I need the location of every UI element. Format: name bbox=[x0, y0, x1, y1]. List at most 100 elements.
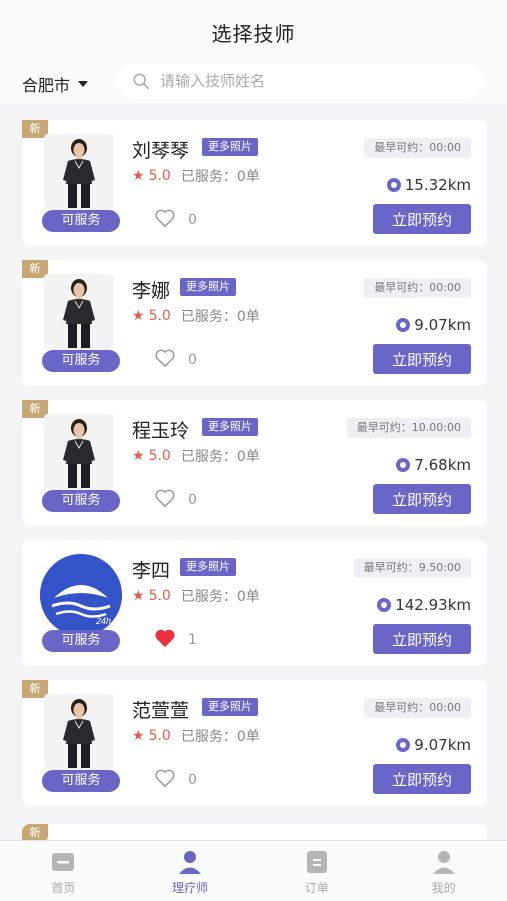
distance: 9.07km bbox=[396, 736, 471, 754]
like-count: 1 bbox=[188, 632, 197, 648]
avatar[interactable] bbox=[44, 134, 114, 210]
book-now-button[interactable]: 立即预约 bbox=[373, 764, 471, 794]
heart-icon bbox=[154, 768, 188, 792]
book-now-button[interactable]: 立即预约 bbox=[373, 484, 471, 514]
book-now-button[interactable]: 立即预约 bbox=[373, 344, 471, 374]
more-photos-button[interactable]: 更多照片 bbox=[202, 418, 258, 436]
star-icon: ★ bbox=[132, 308, 145, 324]
served-count: 已服务：0单 bbox=[180, 729, 260, 745]
location-pin-icon bbox=[396, 458, 411, 472]
tab-therapist[interactable]: 理疗师 bbox=[127, 841, 254, 901]
therapist-name: 刘琴琴 bbox=[132, 140, 190, 162]
status-button[interactable]: 可服务 bbox=[42, 770, 120, 792]
like-button[interactable]: 0 bbox=[154, 348, 197, 372]
more-photos-button[interactable]: 更多照片 bbox=[180, 278, 236, 296]
search-icon bbox=[133, 73, 150, 90]
like-count: 0 bbox=[188, 352, 197, 368]
rating-score: 5.0 bbox=[148, 168, 171, 184]
like-count: 0 bbox=[188, 772, 197, 788]
tab-label: 我的 bbox=[431, 881, 456, 895]
distance: 15.32km bbox=[386, 176, 471, 194]
heart-icon bbox=[154, 628, 188, 652]
distance-value: 142.93km bbox=[395, 596, 471, 614]
location-pin-icon bbox=[396, 318, 411, 332]
therapist-name: 李四 bbox=[132, 560, 171, 582]
avatar[interactable] bbox=[44, 274, 114, 350]
like-button[interactable]: 0 bbox=[154, 768, 197, 792]
distance-value: 7.68km bbox=[414, 456, 471, 474]
served-count: 已服务：0单 bbox=[180, 169, 260, 185]
distance-value: 9.07km bbox=[414, 736, 471, 754]
location-pin-icon bbox=[396, 738, 411, 752]
like-button[interactable]: 0 bbox=[154, 488, 197, 512]
rating-score: 5.0 bbox=[148, 448, 171, 464]
star-icon: ★ bbox=[132, 588, 145, 604]
top-bar: 选择技师 合肥市 bbox=[0, 0, 507, 104]
earliest-available: 最早可约：10.00:00 bbox=[346, 418, 471, 438]
avatar[interactable] bbox=[44, 414, 114, 490]
like-button[interactable]: 1 bbox=[154, 628, 197, 652]
therapist-icon bbox=[177, 849, 203, 875]
star-icon: ★ bbox=[132, 728, 145, 744]
therapist-card[interactable]: 24h 可服务 李四 更多照片 ★ 5.0 已服务：0单 1 最早可约：9.50:00 142.9… bbox=[22, 540, 487, 666]
earliest-available: 最早可约：00:00 bbox=[364, 138, 471, 158]
served-count: 已服务：0单 bbox=[180, 589, 260, 605]
rating-row: ★ 5.0 已服务：0单 bbox=[132, 586, 260, 606]
earliest-available: 最早可约：00:00 bbox=[364, 278, 471, 298]
therapist-card[interactable]: 新可服务 刘琴琴 更多照片 ★ 5.0 已服务：0单 0 最早可约：00:00 15.32km 立… bbox=[22, 120, 487, 246]
tab-label: 理疗师 bbox=[172, 881, 209, 895]
tab-order[interactable]: 订单 bbox=[254, 841, 381, 901]
book-now-button[interactable]: 立即预约 bbox=[373, 204, 471, 234]
earliest-available: 最早可约：00:00 bbox=[364, 698, 471, 718]
avatar[interactable] bbox=[44, 694, 114, 770]
heart-icon bbox=[154, 348, 188, 372]
rating-row: ★ 5.0 已服务：0单 bbox=[132, 306, 260, 326]
book-now-button[interactable]: 立即预约 bbox=[373, 624, 471, 654]
distance: 7.68km bbox=[396, 456, 471, 474]
location-pin-icon bbox=[377, 598, 392, 612]
home-icon bbox=[50, 849, 76, 875]
status-button[interactable]: 可服务 bbox=[42, 490, 120, 512]
rating-score: 5.0 bbox=[148, 588, 171, 604]
more-photos-button[interactable]: 更多照片 bbox=[202, 698, 258, 716]
therapist-card[interactable]: 新可服务 范萱萱 更多照片 ★ 5.0 已服务：0单 0 最早可约：00:00 9.07km 立即… bbox=[22, 680, 487, 806]
heart-icon bbox=[154, 488, 188, 512]
svg-text:24h: 24h bbox=[95, 616, 111, 626]
distance: 9.07km bbox=[396, 316, 471, 334]
like-count: 0 bbox=[188, 212, 197, 228]
rating-score: 5.0 bbox=[148, 308, 171, 324]
distance-value: 15.32km bbox=[404, 176, 471, 194]
rating-row: ★ 5.0 已服务：0单 bbox=[132, 446, 260, 466]
rating-row: ★ 5.0 已服务：0单 bbox=[132, 166, 260, 186]
heart-icon bbox=[154, 208, 188, 232]
tab-home[interactable]: 首页 bbox=[0, 841, 127, 901]
page-title: 选择技师 bbox=[211, 22, 296, 46]
caret-down-icon bbox=[78, 81, 89, 87]
distance-value: 9.07km bbox=[414, 316, 471, 334]
user-icon bbox=[431, 849, 457, 875]
logo-avatar[interactable]: 24h bbox=[40, 554, 122, 636]
star-icon: ★ bbox=[132, 168, 145, 184]
more-photos-button[interactable]: 更多照片 bbox=[180, 558, 236, 576]
status-button[interactable]: 可服务 bbox=[42, 210, 120, 232]
tab-user[interactable]: 我的 bbox=[380, 841, 507, 901]
served-count: 已服务：0单 bbox=[180, 449, 260, 465]
tab-label: 首页 bbox=[51, 881, 76, 895]
search-input[interactable] bbox=[158, 71, 462, 91]
therapist-card[interactable]: 新可服务 程玉玲 更多照片 ★ 5.0 已服务：0单 0 最早可约：10.00:00 7.68k… bbox=[22, 400, 487, 526]
more-photos-button[interactable]: 更多照片 bbox=[202, 138, 258, 156]
city-label: 合肥市 bbox=[22, 76, 71, 95]
status-button[interactable]: 可服务 bbox=[42, 630, 120, 652]
search-bar[interactable] bbox=[116, 64, 484, 98]
like-count: 0 bbox=[188, 492, 197, 508]
distance: 142.93km bbox=[377, 596, 471, 614]
like-button[interactable]: 0 bbox=[154, 208, 197, 232]
therapist-card[interactable]: 新可服务 李娜 更多照片 ★ 5.0 已服务：0单 0 最早可约：00:00 9.07km 立即预… bbox=[22, 260, 487, 386]
tab-label: 订单 bbox=[304, 881, 329, 895]
city-selector[interactable]: 合肥市 bbox=[22, 72, 89, 96]
status-button[interactable]: 可服务 bbox=[42, 350, 120, 372]
therapist-name: 范萱萱 bbox=[132, 700, 190, 722]
star-icon: ★ bbox=[132, 448, 145, 464]
rating-row: ★ 5.0 已服务：0单 bbox=[132, 726, 260, 746]
rating-score: 5.0 bbox=[148, 728, 171, 744]
